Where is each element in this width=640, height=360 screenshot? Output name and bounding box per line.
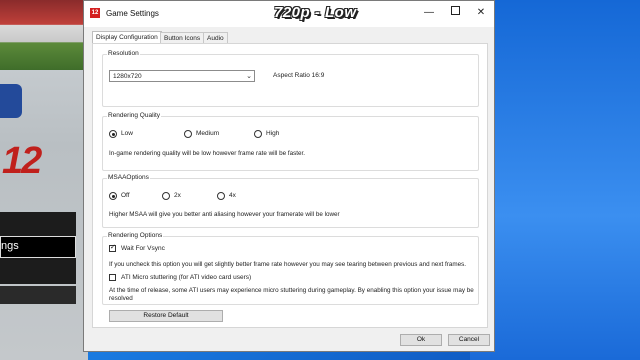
video-overlay-title: 720p - Low	[274, 4, 357, 21]
chevron-down-icon: ⌄	[246, 73, 252, 80]
game-menu-item-label: ngs	[1, 240, 19, 252]
resolution-select-value: 1280x720	[113, 73, 142, 80]
msaa-2x-radio[interactable]	[162, 192, 170, 200]
ok-button[interactable]: Ok	[400, 334, 442, 346]
msaa-group-label: MSAAOptions	[107, 174, 150, 181]
quality-low-radio[interactable]	[109, 130, 117, 138]
msaa-4x-radio[interactable]	[217, 192, 225, 200]
title-bar[interactable]: 12 Game Settings 720p - Low — ✕	[84, 1, 494, 27]
minimize-button[interactable]: —	[420, 5, 438, 21]
msaa-off-label[interactable]: Off	[121, 192, 130, 199]
cancel-button[interactable]: Cancel	[448, 334, 490, 346]
game-background-window: 12 ngs	[0, 0, 88, 360]
msaa-4x-label[interactable]: 4x	[229, 192, 236, 199]
quality-medium-label[interactable]: Medium	[196, 130, 219, 137]
restore-default-button[interactable]: Restore Default	[109, 310, 223, 322]
resolution-group: Resolution 1280x720 ⌄ Aspect Ratio 16:9	[102, 50, 479, 107]
aspect-ratio-label: Aspect Ratio 16:9	[273, 72, 325, 79]
game-menu-item[interactable]	[0, 212, 76, 236]
quality-low-label[interactable]: Low	[121, 130, 133, 137]
game-menu-item-selected[interactable]: ngs	[0, 236, 76, 258]
game-menu-item[interactable]	[0, 258, 76, 284]
msaa-off-radio[interactable]	[109, 192, 117, 200]
game-settings-window: 12 Game Settings 720p - Low — ✕ Display …	[83, 0, 495, 352]
maximize-icon	[450, 6, 460, 15]
vsync-description: If you uncheck this option you will get …	[109, 261, 467, 268]
resolution-group-label: Resolution	[107, 50, 140, 57]
ati-stutter-checkbox[interactable]	[109, 274, 116, 281]
quality-high-radio[interactable]	[254, 130, 262, 138]
game-menu-item[interactable]	[0, 286, 76, 304]
game-logo	[0, 84, 22, 118]
window-title: Game Settings	[106, 9, 159, 18]
ati-description-line2: resolved	[109, 295, 133, 302]
app-icon: 12	[90, 8, 100, 18]
resolution-select[interactable]: 1280x720 ⌄	[109, 70, 255, 82]
desktop-wallpaper-glow	[470, 0, 640, 360]
rendering-quality-group-label: Rendering Quality	[107, 112, 162, 119]
vsync-label[interactable]: Wait For Vsync	[121, 245, 165, 252]
vsync-checkbox[interactable]	[109, 243, 116, 253]
close-button[interactable]: ✕	[472, 5, 490, 21]
msaa-group: MSAAOptions Off 2x 4x Higher MSAA will g…	[102, 174, 479, 228]
rendering-options-group: Rendering Options Wait For Vsync If you …	[102, 232, 479, 305]
quality-high-label[interactable]: High	[266, 130, 279, 137]
ati-description-line1: At the time of release, some ATI users m…	[109, 287, 474, 294]
quality-description: In-game rendering quality will be low ho…	[109, 150, 305, 157]
msaa-2x-label[interactable]: 2x	[174, 192, 181, 199]
maximize-button[interactable]	[446, 5, 464, 21]
msaa-description: Higher MSAA will give you better anti al…	[109, 211, 340, 218]
game-logo-number: 12	[2, 140, 42, 182]
ati-stutter-label[interactable]: ATI Micro stuttering (for ATI video card…	[121, 274, 251, 281]
tab-panel: Resolution 1280x720 ⌄ Aspect Ratio 16:9 …	[92, 43, 488, 328]
rendering-options-group-label: Rendering Options	[107, 232, 164, 239]
rendering-quality-group: Rendering Quality Low Medium High In-gam…	[102, 112, 479, 171]
stadium-image	[0, 0, 88, 70]
quality-medium-radio[interactable]	[184, 130, 192, 138]
